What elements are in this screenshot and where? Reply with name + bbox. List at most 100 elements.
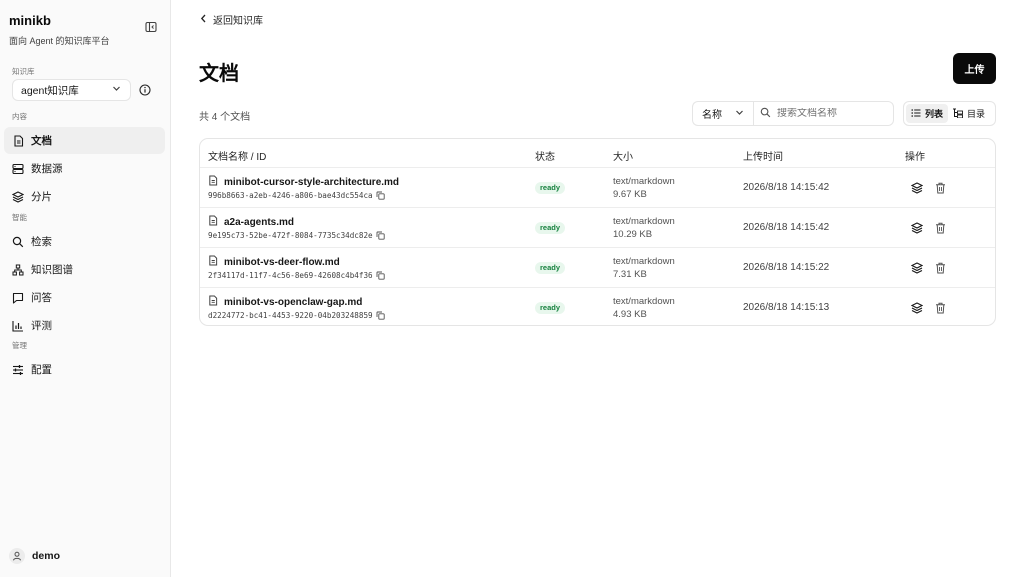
folder-tree-icon	[953, 108, 967, 120]
table-header-status: 状态	[535, 152, 555, 163]
back-link-label: 返回知识库	[213, 16, 263, 27]
sidebar-item-search[interactable]: 检索	[4, 228, 165, 255]
status-badge: ready	[535, 182, 566, 194]
layers-icon	[12, 190, 24, 203]
table-row[interactable]: a2a-agents.md 9e195c73-52be-472f-8084-77…	[200, 207, 995, 247]
kb-group-label: 知识库	[12, 67, 35, 76]
table-row[interactable]: minibot-vs-openclaw-gap.md d2224772-bc41…	[200, 287, 995, 325]
status-badge: ready	[535, 262, 566, 274]
brand-subtitle: 面向 Agent 的知识库平台	[9, 36, 110, 46]
sidebar-item-documents[interactable]: 文档	[4, 127, 165, 154]
table-row[interactable]: minibot-cursor-style-architecture.md 996…	[200, 167, 995, 207]
sidebar-item-label: 知识图谱	[31, 264, 73, 276]
sidebar-item-label: 评测	[31, 320, 52, 332]
status-badge: ready	[535, 222, 566, 234]
sidebar-item-label: 数据源	[31, 163, 63, 175]
graph-icon	[12, 264, 24, 276]
document-name-label: minibot-cursor-style-architecture.md	[224, 176, 400, 188]
document-mime: text/markdown	[613, 296, 675, 307]
file-icon	[208, 175, 224, 189]
document-name[interactable]: minibot-vs-openclaw-gap.md	[208, 295, 362, 309]
document-size: 7.31 KB	[613, 269, 647, 280]
view-chunks-icon[interactable]	[911, 222, 923, 234]
sidebar-item-label: 检索	[31, 236, 52, 248]
kb-select[interactable]: agent知识库	[12, 79, 131, 101]
sidebar-item-qa[interactable]: 问答	[4, 284, 165, 311]
delete-icon[interactable]	[935, 302, 947, 314]
document-uploaded: 2026/8/18 14:15:42	[743, 182, 830, 193]
back-link[interactable]: 返回知识库	[200, 12, 263, 27]
document-name[interactable]: a2a-agents.md	[208, 215, 294, 229]
group-label-admin: 管理	[12, 341, 27, 350]
sidebar-item-knowledge-graph[interactable]: 知识图谱	[4, 256, 165, 283]
view-toggle: 列表 目录	[903, 101, 996, 126]
view-tree-label: 目录	[967, 109, 986, 119]
database-icon	[12, 163, 24, 175]
table-header-uploaded: 上传时间	[743, 152, 783, 163]
copy-icon[interactable]	[376, 311, 385, 320]
document-size: 4.93 KB	[613, 309, 647, 320]
document-count: 共 4 个文档	[199, 112, 251, 123]
document-name[interactable]: minibot-vs-deer-flow.md	[208, 255, 340, 269]
document-uploaded: 2026/8/18 14:15:22	[743, 262, 830, 273]
sidebar: minikb 面向 Agent 的知识库平台 知识库 agent知识库 内容 文…	[0, 0, 171, 577]
sidebar-item-settings[interactable]: 配置	[4, 356, 165, 383]
document-mime: text/markdown	[613, 256, 675, 267]
document-name-label: minibot-vs-deer-flow.md	[224, 256, 340, 268]
document-id: 9e195c73-52be-472f-8084-7735c34dc82e	[208, 231, 385, 240]
delete-icon[interactable]	[935, 222, 947, 234]
view-chunks-icon[interactable]	[911, 182, 923, 194]
file-icon	[208, 215, 224, 229]
document-name-label: minibot-vs-openclaw-gap.md	[224, 296, 363, 308]
delete-icon[interactable]	[935, 262, 947, 274]
document-mime: text/markdown	[613, 176, 675, 187]
table-header-actions: 操作	[905, 152, 925, 163]
sliders-icon	[12, 364, 24, 376]
document-size: 10.29 KB	[613, 229, 653, 240]
kb-select-value: agent知识库	[21, 84, 79, 97]
chevron-left-icon	[200, 14, 213, 26]
upload-button[interactable]: 上传	[953, 53, 996, 84]
sidebar-item-datasources[interactable]: 数据源	[4, 155, 165, 182]
copy-icon[interactable]	[376, 271, 385, 280]
view-chunks-icon[interactable]	[911, 262, 923, 274]
status-badge: ready	[535, 302, 566, 314]
sidebar-item-label: 配置	[31, 364, 52, 376]
copy-icon[interactable]	[376, 231, 385, 240]
copy-icon[interactable]	[376, 191, 385, 200]
document-name[interactable]: minibot-cursor-style-architecture.md	[208, 175, 399, 189]
view-list-label: 列表	[925, 109, 944, 119]
view-list-button[interactable]: 列表	[906, 104, 949, 123]
document-mime: text/markdown	[613, 216, 675, 227]
document-id-text: 996b8663-a2eb-4246-a806-bae43dc554ca	[208, 191, 373, 200]
table-header-name: 文档名称 / ID	[208, 152, 267, 163]
sort-select-value: 名称	[702, 110, 722, 121]
delete-icon[interactable]	[935, 182, 947, 194]
search-icon	[760, 107, 771, 121]
sidebar-item-label: 分片	[31, 191, 52, 203]
brand: minikb 面向 Agent 的知识库平台	[9, 13, 110, 47]
chevron-down-icon	[735, 108, 744, 120]
sidebar-toggle-icon[interactable]	[144, 20, 157, 33]
document-id: 996b8663-a2eb-4246-a806-bae43dc554ca	[208, 191, 385, 200]
group-label-content: 内容	[12, 112, 27, 121]
search-input[interactable]	[777, 108, 887, 119]
brand-name: minikb	[9, 13, 51, 28]
info-icon[interactable]	[139, 84, 151, 96]
user-menu[interactable]: demo	[9, 548, 60, 564]
view-tree-button[interactable]: 目录	[948, 104, 990, 123]
sort-select[interactable]: 名称	[692, 101, 753, 126]
document-uploaded: 2026/8/18 14:15:13	[743, 302, 830, 313]
sidebar-item-label: 问答	[31, 292, 52, 304]
sidebar-item-label: 文档	[31, 135, 52, 147]
document-id-text: d2224772-bc41-4453-9220-04b203248859	[208, 311, 373, 320]
document-id-text: 2f34117d-11f7-4c56-8e69-42608c4b4f36	[208, 271, 373, 280]
document-name-label: a2a-agents.md	[224, 216, 295, 228]
table-row[interactable]: minibot-vs-deer-flow.md 2f34117d-11f7-4c…	[200, 247, 995, 287]
file-icon	[208, 295, 224, 309]
sidebar-item-chunks[interactable]: 分片	[4, 183, 165, 210]
search-icon	[12, 236, 24, 248]
sidebar-item-evaluation[interactable]: 评测	[4, 312, 165, 339]
document-id: d2224772-bc41-4453-9220-04b203248859	[208, 311, 385, 320]
view-chunks-icon[interactable]	[911, 302, 923, 314]
